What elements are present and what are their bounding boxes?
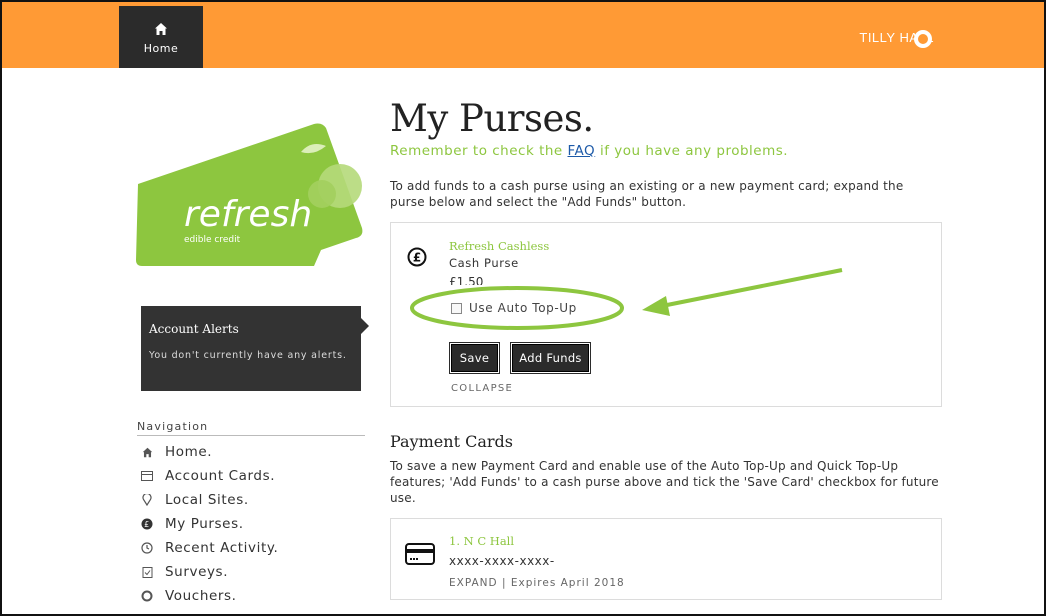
subtitle-text: if you have any problems. <box>595 143 789 159</box>
nav-item-label: My Purses. <box>165 516 244 532</box>
navigation-divider <box>137 435 365 436</box>
home-nav-button[interactable]: Home <box>119 6 203 68</box>
alerts-title: Account Alerts <box>149 322 239 336</box>
nav-item-vouchers[interactable]: Vouchers. <box>137 584 278 608</box>
nav-item-label: Recent Activity. <box>165 540 279 556</box>
location-pin-icon <box>140 493 154 507</box>
payment-cards-description: To save a new Payment Card and enable us… <box>390 459 939 505</box>
save-button[interactable]: Save <box>449 342 500 374</box>
purse-panel: £ Refresh Cashless Cash Purse £1.50 Use … <box>390 222 942 407</box>
svg-text:£: £ <box>413 251 421 265</box>
faq-link[interactable]: FAQ <box>568 143 596 159</box>
auto-topup-checkbox[interactable] <box>451 302 462 314</box>
pound-icon: £ <box>407 247 427 267</box>
payment-card-number: xxxx-xxxx-xxxx- <box>449 554 555 568</box>
collapse-link[interactable]: COLLAPSE <box>451 383 513 394</box>
navigation-list: Home. Account Cards. Local Sites. £ My P… <box>137 440 278 608</box>
card-icon <box>140 469 154 483</box>
nav-item-label: Home. <box>165 444 213 460</box>
top-bar: Home TILLY HALL <box>2 2 1044 68</box>
user-menu-icon[interactable] <box>914 30 932 48</box>
clipboard-icon <box>140 565 154 579</box>
clock-icon <box>140 541 154 555</box>
page-title: My Purses. <box>390 97 594 140</box>
purse-icon: £ <box>140 517 154 531</box>
subtitle-text: Remember to check the <box>390 143 568 159</box>
nav-item-label: Account Cards. <box>165 468 276 484</box>
purse-name[interactable]: Refresh Cashless <box>449 239 549 253</box>
nav-item-label: Surveys. <box>165 564 229 580</box>
ring-icon <box>140 589 154 603</box>
credit-card-icon <box>405 543 435 565</box>
auto-topup-label: Use Auto Top-Up <box>469 301 577 315</box>
home-nav-label: Home <box>143 42 179 55</box>
navigation-title: Navigation <box>137 420 209 433</box>
refresh-card-logo: refresh edible credit <box>136 123 363 266</box>
auto-topup-toggle[interactable]: Use Auto Top-Up <box>451 301 577 315</box>
svg-text:£: £ <box>144 520 150 529</box>
nav-item-surveys[interactable]: Surveys. <box>137 560 278 584</box>
nav-item-my-purses[interactable]: £ My Purses. <box>137 512 278 536</box>
expand-link[interactable]: EXPAND <box>449 577 498 589</box>
payment-cards-title: Payment Cards <box>390 432 513 451</box>
payment-card-name[interactable]: 1. N C Hall <box>449 534 514 548</box>
nav-item-label: Vouchers. <box>165 588 237 604</box>
account-alerts-panel: Account Alerts You don't currently have … <box>141 306 369 391</box>
nav-item-home[interactable]: Home. <box>137 440 278 464</box>
nav-item-label: Local Sites. <box>165 492 249 508</box>
purse-balance: £1.50 <box>449 275 484 285</box>
intro-text: To add funds to a cash purse using an ex… <box>390 179 904 209</box>
nav-item-account-cards[interactable]: Account Cards. <box>137 464 278 488</box>
home-icon <box>140 445 154 459</box>
alerts-message: You don't currently have any alerts. <box>149 350 347 361</box>
add-funds-button[interactable]: Add Funds <box>510 342 591 374</box>
home-icon <box>155 23 167 35</box>
refresh-tagline: edible credit <box>184 235 241 245</box>
refresh-wordmark: refresh <box>184 194 312 235</box>
payment-card-footer: EXPAND | Expires April 2018 <box>449 577 625 589</box>
page-frame: Home TILLY HALL refresh edible credit Ac… <box>0 0 1046 616</box>
payment-card-item: 1. N C Hall xxxx-xxxx-xxxx- EXPAND | Exp… <box>390 518 942 600</box>
purse-type: Cash Purse <box>449 256 519 270</box>
nav-item-recent-activity[interactable]: Recent Activity. <box>137 536 278 560</box>
page-subtitle: Remember to check the FAQ if you have an… <box>390 143 788 159</box>
payment-card-expiry: Expires April 2018 <box>510 577 625 589</box>
nav-item-local-sites[interactable]: Local Sites. <box>137 488 278 512</box>
